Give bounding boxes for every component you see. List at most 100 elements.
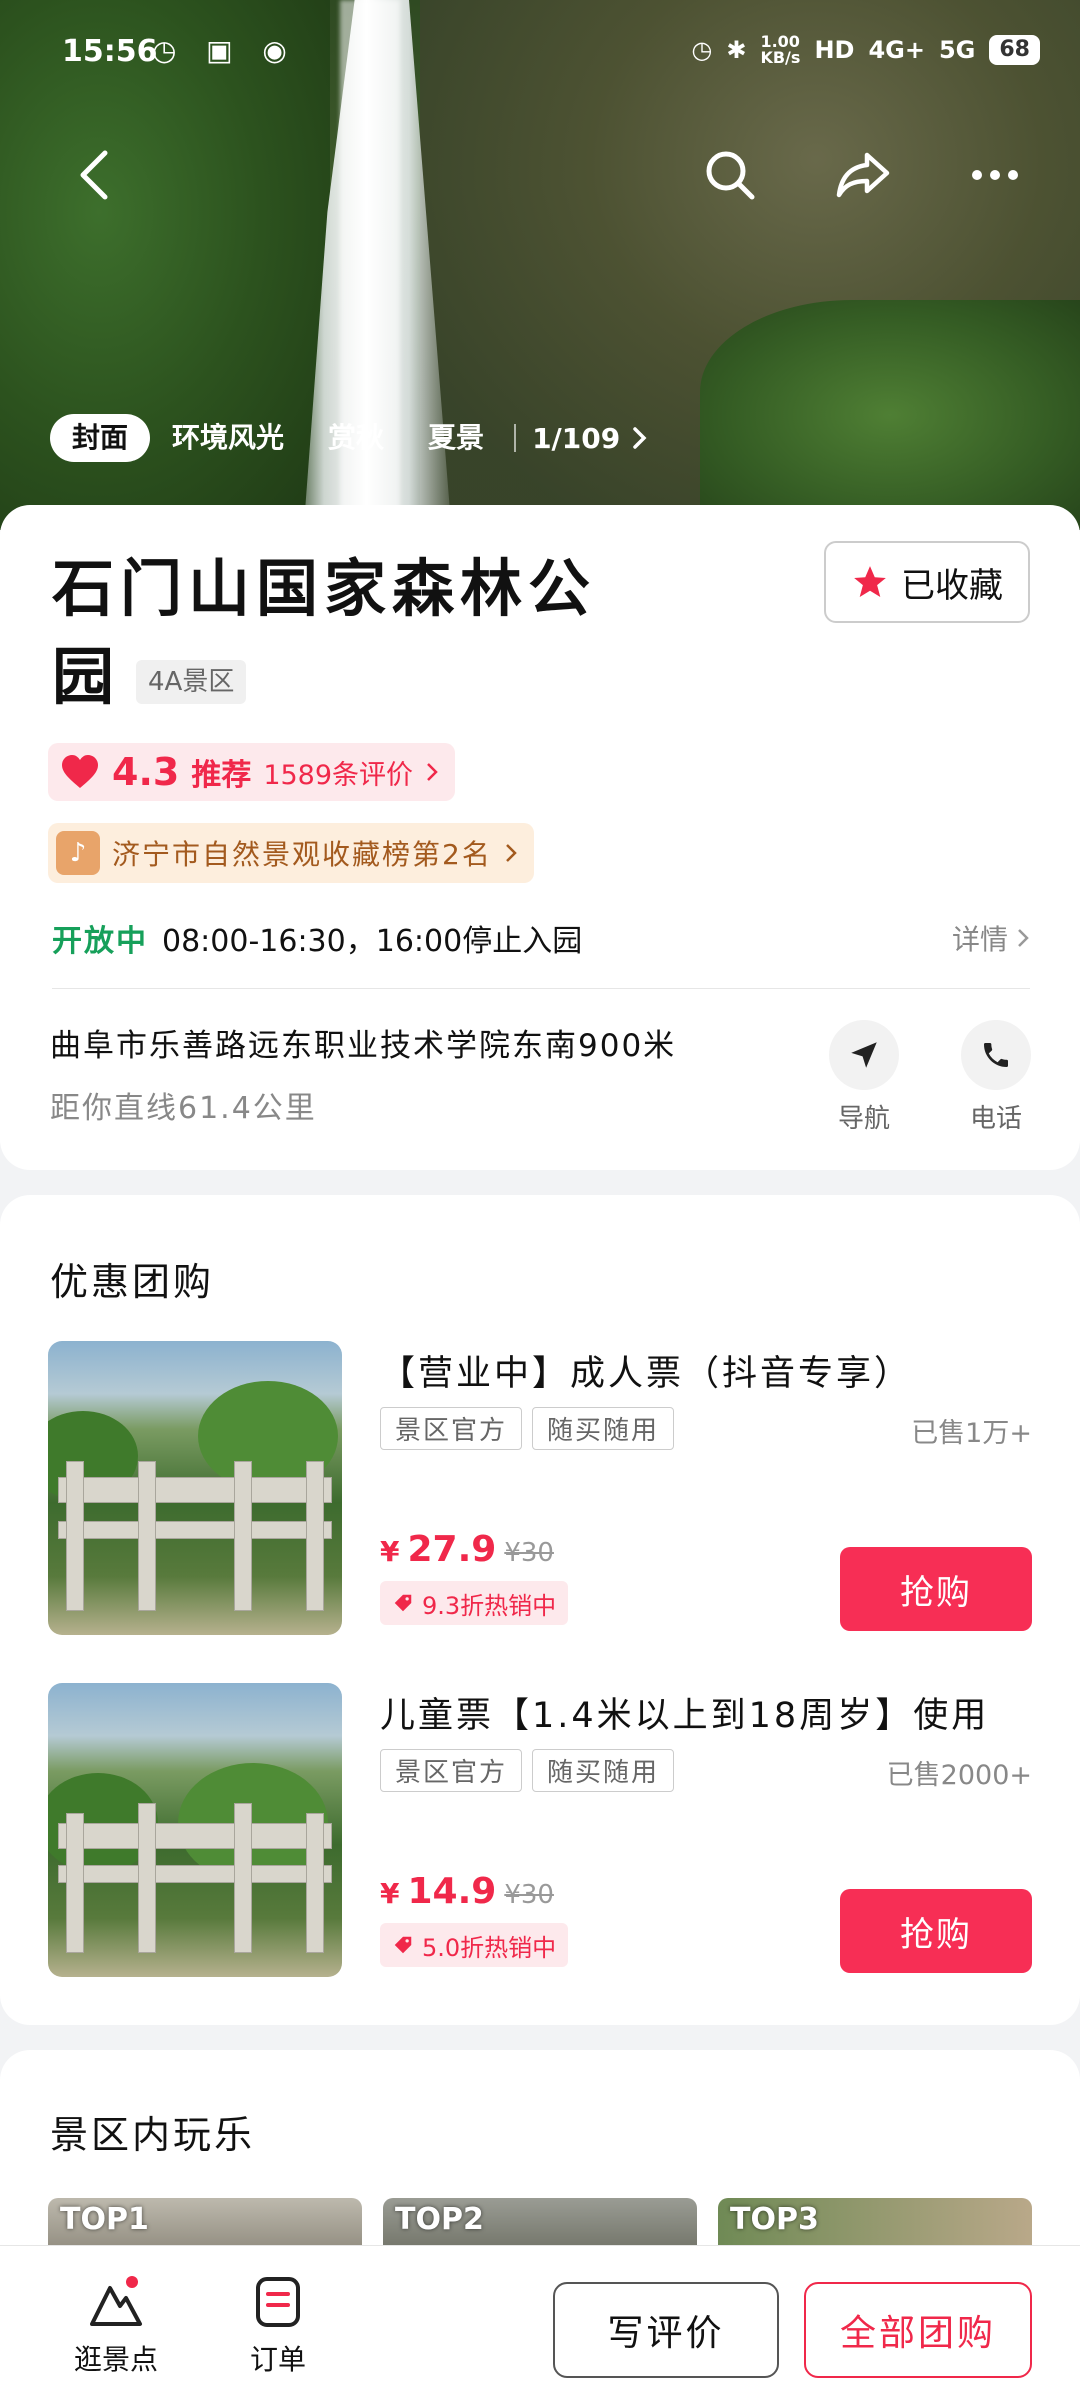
deal-tag: 景区官方 xyxy=(380,1749,523,1792)
deal-tag: 随买随用 xyxy=(532,1407,675,1450)
original-price: ¥30 xyxy=(504,1538,554,1568)
price-tag-icon xyxy=(394,1594,412,1612)
page-title: 石门山国家森林公 园 4A景区 xyxy=(52,545,632,721)
buy-button[interactable]: 抢购 xyxy=(840,1547,1032,1631)
buy-button[interactable]: 抢购 xyxy=(840,1889,1032,1973)
explore-tab[interactable]: 逛景点 xyxy=(56,2274,176,2378)
heart-icon xyxy=(62,755,98,788)
price-tag-icon xyxy=(394,1936,412,1954)
deal-item[interactable]: 儿童票【1.4米以上到18周岁】使用 景区官方 随买随用 已售2000+ ¥14… xyxy=(48,1683,1032,1979)
deal-sold-count: 已售1万+ xyxy=(911,1418,1032,1449)
search-icon xyxy=(706,151,755,200)
cover-photo[interactable]: 15:56 ◷ ▣ ◉ ◷ ✱ 1.00 KB/s HD 4G+ 5G 68 封… xyxy=(0,0,1080,530)
hours-detail-link[interactable]: 详情 xyxy=(952,918,1008,958)
favorite-label: 已收藏 xyxy=(901,565,1003,606)
all-deals-button[interactable]: 全部团购 xyxy=(804,2282,1032,2378)
phone-icon xyxy=(984,1043,1008,1067)
back-button[interactable] xyxy=(60,140,130,210)
phone-label: 电话 xyxy=(969,1104,1022,1134)
deal-tags: 景区官方 随买随用 xyxy=(380,1407,675,1450)
order-list-icon xyxy=(256,2277,300,2327)
gallery-tab-summer[interactable]: 夏景 xyxy=(406,414,506,462)
chevron-right-icon xyxy=(1018,929,1029,947)
bluetooth-icon: ✱ xyxy=(726,36,747,64)
deal-sold-count: 已售2000+ xyxy=(886,1760,1032,1791)
price-value: 27.9 xyxy=(407,1529,497,1570)
gallery-tab-autumn[interactable]: 赏秋 xyxy=(306,414,406,462)
share-button[interactable] xyxy=(828,140,898,210)
open-status: 开放中 xyxy=(52,924,148,959)
signal-4g: 4G+ xyxy=(868,36,925,64)
top-rank-label: TOP3 xyxy=(730,2202,819,2237)
title-line-1: 石门山国家森林公 xyxy=(52,552,597,625)
navigate-button[interactable]: 导航 xyxy=(824,1020,904,1135)
douyin-icon: ♪ xyxy=(56,831,100,875)
navigation-arrow-icon xyxy=(851,1042,877,1068)
opening-hours[interactable]: 开放中 08:00-16:30，16:00停止入园 详情 xyxy=(52,913,1030,963)
top-rank-label: TOP2 xyxy=(395,2202,484,2237)
orders-tab[interactable]: 订单 xyxy=(218,2274,338,2378)
review-count: 1589条评价 xyxy=(263,759,414,791)
level-badge: 4A景区 xyxy=(136,660,247,704)
phone-icon-wrap xyxy=(961,1020,1031,1090)
group-buy-title: 优惠团购 xyxy=(50,1260,215,1304)
status-time: 15:56 xyxy=(62,34,158,69)
hours-text: 08:00-16:30，16:00停止入园 xyxy=(162,924,583,959)
navigate-label: 导航 xyxy=(837,1104,890,1134)
star-icon xyxy=(854,566,886,598)
top-rank-label: TOP1 xyxy=(60,2202,149,2237)
chevron-right-icon xyxy=(633,427,647,449)
poi-info-card: 石门山国家森林公 园 4A景区 已收藏 4.3 推荐 1589条评价 ♪ 济宁市自… xyxy=(0,505,1080,1170)
battery-icon: 68 xyxy=(989,35,1040,65)
chevron-right-icon xyxy=(505,844,517,862)
phone-button[interactable]: 电话 xyxy=(956,1020,1036,1135)
rating-summary[interactable]: 4.3 推荐 1589条评价 xyxy=(48,743,456,801)
navigate-icon-wrap xyxy=(829,1020,899,1090)
share-icon xyxy=(836,152,890,198)
deal-price: ¥27.9 ¥30 xyxy=(380,1529,554,1570)
distance-text: 距你直线61.4公里 xyxy=(50,1091,317,1126)
mountain-icon xyxy=(90,2276,142,2326)
status-right-icons: ◷ ✱ 1.00 KB/s HD 4G+ 5G 68 xyxy=(691,34,1040,66)
deal-tags: 景区官方 随买随用 xyxy=(380,1749,675,1792)
group-buy-section: 优惠团购 【营业中】成人票（抖音专享） 景区官方 随买随用 已售1万+ ¥27.… xyxy=(0,1195,1080,2025)
gallery-tab-cover[interactable]: 封面 xyxy=(50,414,151,462)
status-notification-icons: ◷ ▣ ◉ xyxy=(152,34,297,67)
bottom-action-bar: 逛景点 订单 写评价 全部团购 xyxy=(0,2245,1080,2400)
orders-label: 订单 xyxy=(249,2343,306,2376)
cover-moss-right xyxy=(700,300,1080,530)
gallery-tab-scenery[interactable]: 环境风光 xyxy=(150,414,306,462)
gallery-divider xyxy=(514,424,517,452)
alarm-icon: ◷ xyxy=(691,36,713,64)
more-button[interactable] xyxy=(960,140,1030,210)
write-review-button[interactable]: 写评价 xyxy=(553,2282,779,2378)
deal-price: ¥14.9 ¥30 xyxy=(380,1871,554,1912)
activities-title: 景区内玩乐 xyxy=(50,2113,256,2157)
deal-name: 儿童票【1.4米以上到18周岁】使用 xyxy=(380,1696,990,1736)
signal-5g: 5G xyxy=(938,36,976,64)
back-arrow-icon xyxy=(80,150,108,200)
rating-score: 4.3 xyxy=(112,750,180,794)
ranking-text: 济宁市自然景观收藏榜第2名 xyxy=(112,838,492,871)
gallery-count[interactable]: 1/109 xyxy=(524,422,620,455)
explore-label: 逛景点 xyxy=(73,2343,158,2376)
discount-badge: 5.0折热销中 xyxy=(380,1923,569,1967)
title-line-2: 园 xyxy=(52,640,121,713)
favorite-button[interactable]: 已收藏 xyxy=(824,541,1030,623)
address-text[interactable]: 曲阜市乐善路远东职业技术学院东南900米 xyxy=(50,1020,676,1065)
stone-gate-image xyxy=(58,1461,332,1611)
price-currency: ¥ xyxy=(380,1535,400,1568)
deal-tag: 随买随用 xyxy=(532,1749,675,1792)
chevron-right-icon xyxy=(427,763,438,781)
deal-thumbnail xyxy=(48,1683,342,1977)
search-button[interactable] xyxy=(695,140,765,210)
price-currency: ¥ xyxy=(380,1877,400,1910)
deal-item[interactable]: 【营业中】成人票（抖音专享） 景区官方 随买随用 已售1万+ ¥27.9 ¥30… xyxy=(48,1341,1032,1637)
top-nav xyxy=(0,140,1080,210)
discount-text: 5.0折热销中 xyxy=(422,1933,557,1962)
price-value: 14.9 xyxy=(407,1871,497,1912)
ranking-badge[interactable]: ♪ 济宁市自然景观收藏榜第2名 xyxy=(48,823,534,883)
stone-gate-image xyxy=(58,1803,332,1953)
original-price: ¥30 xyxy=(504,1880,554,1910)
deal-thumbnail xyxy=(48,1341,342,1635)
